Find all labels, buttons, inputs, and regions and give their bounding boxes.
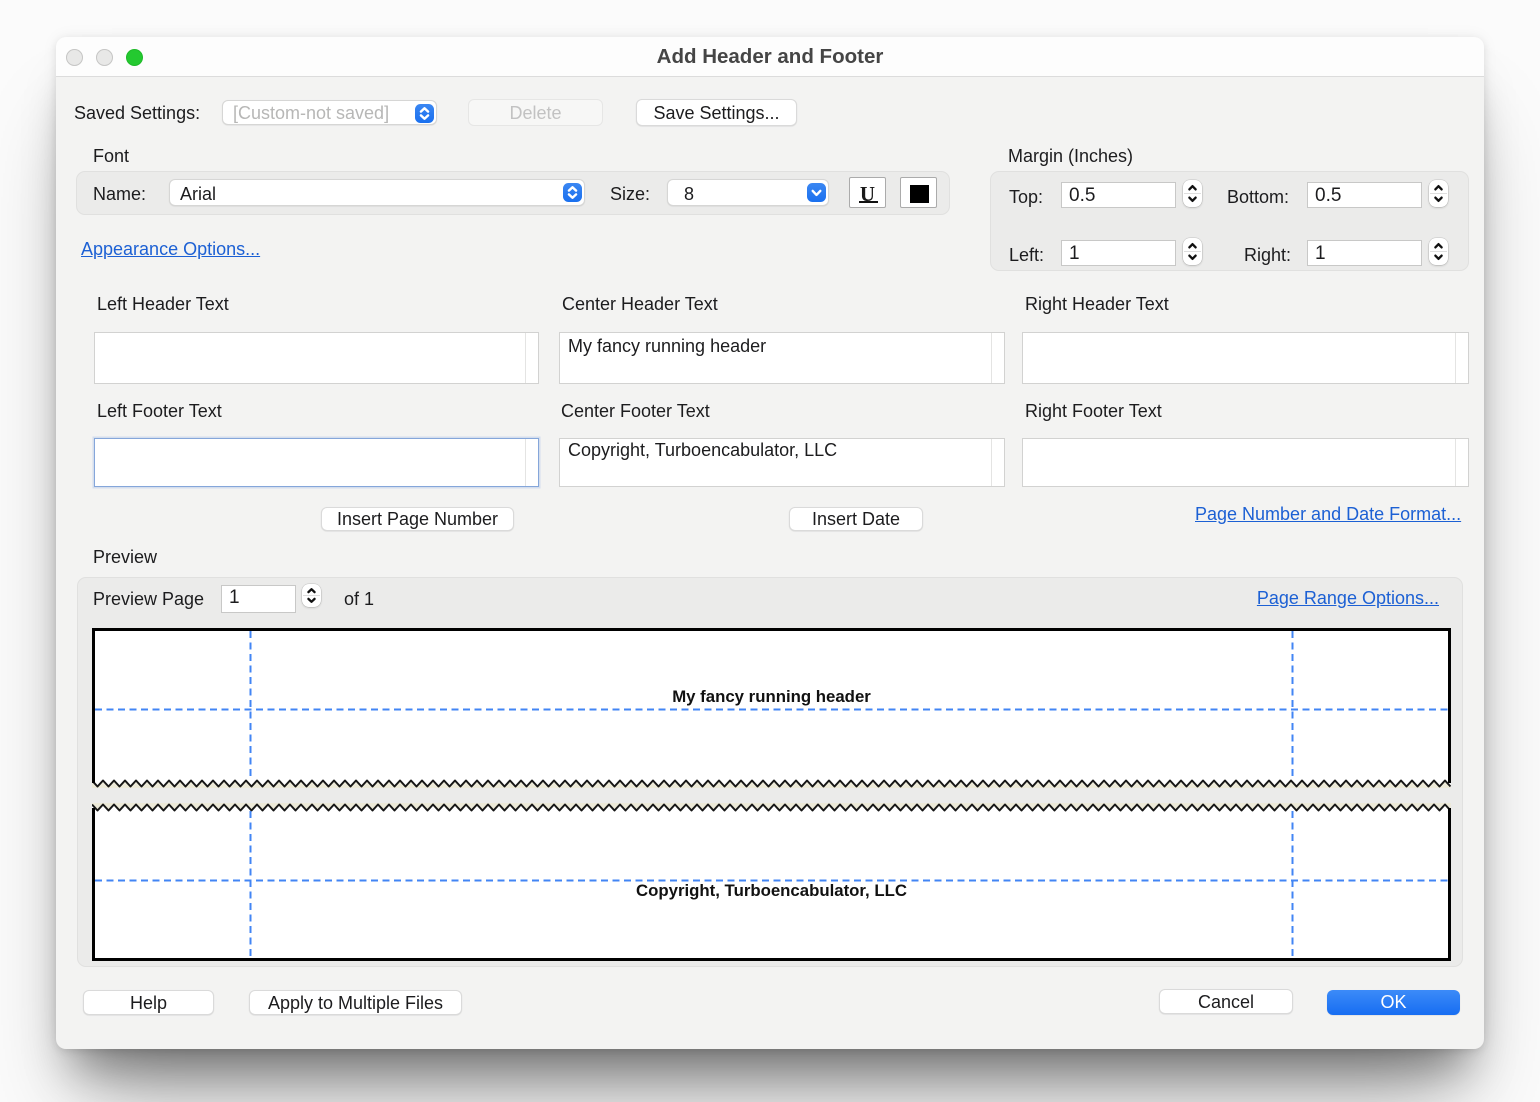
svg-text:My fancy running header: My fancy running header bbox=[672, 687, 871, 706]
svg-text:Copyright, Turboencabulator, L: Copyright, Turboencabulator, LLC bbox=[636, 881, 907, 900]
